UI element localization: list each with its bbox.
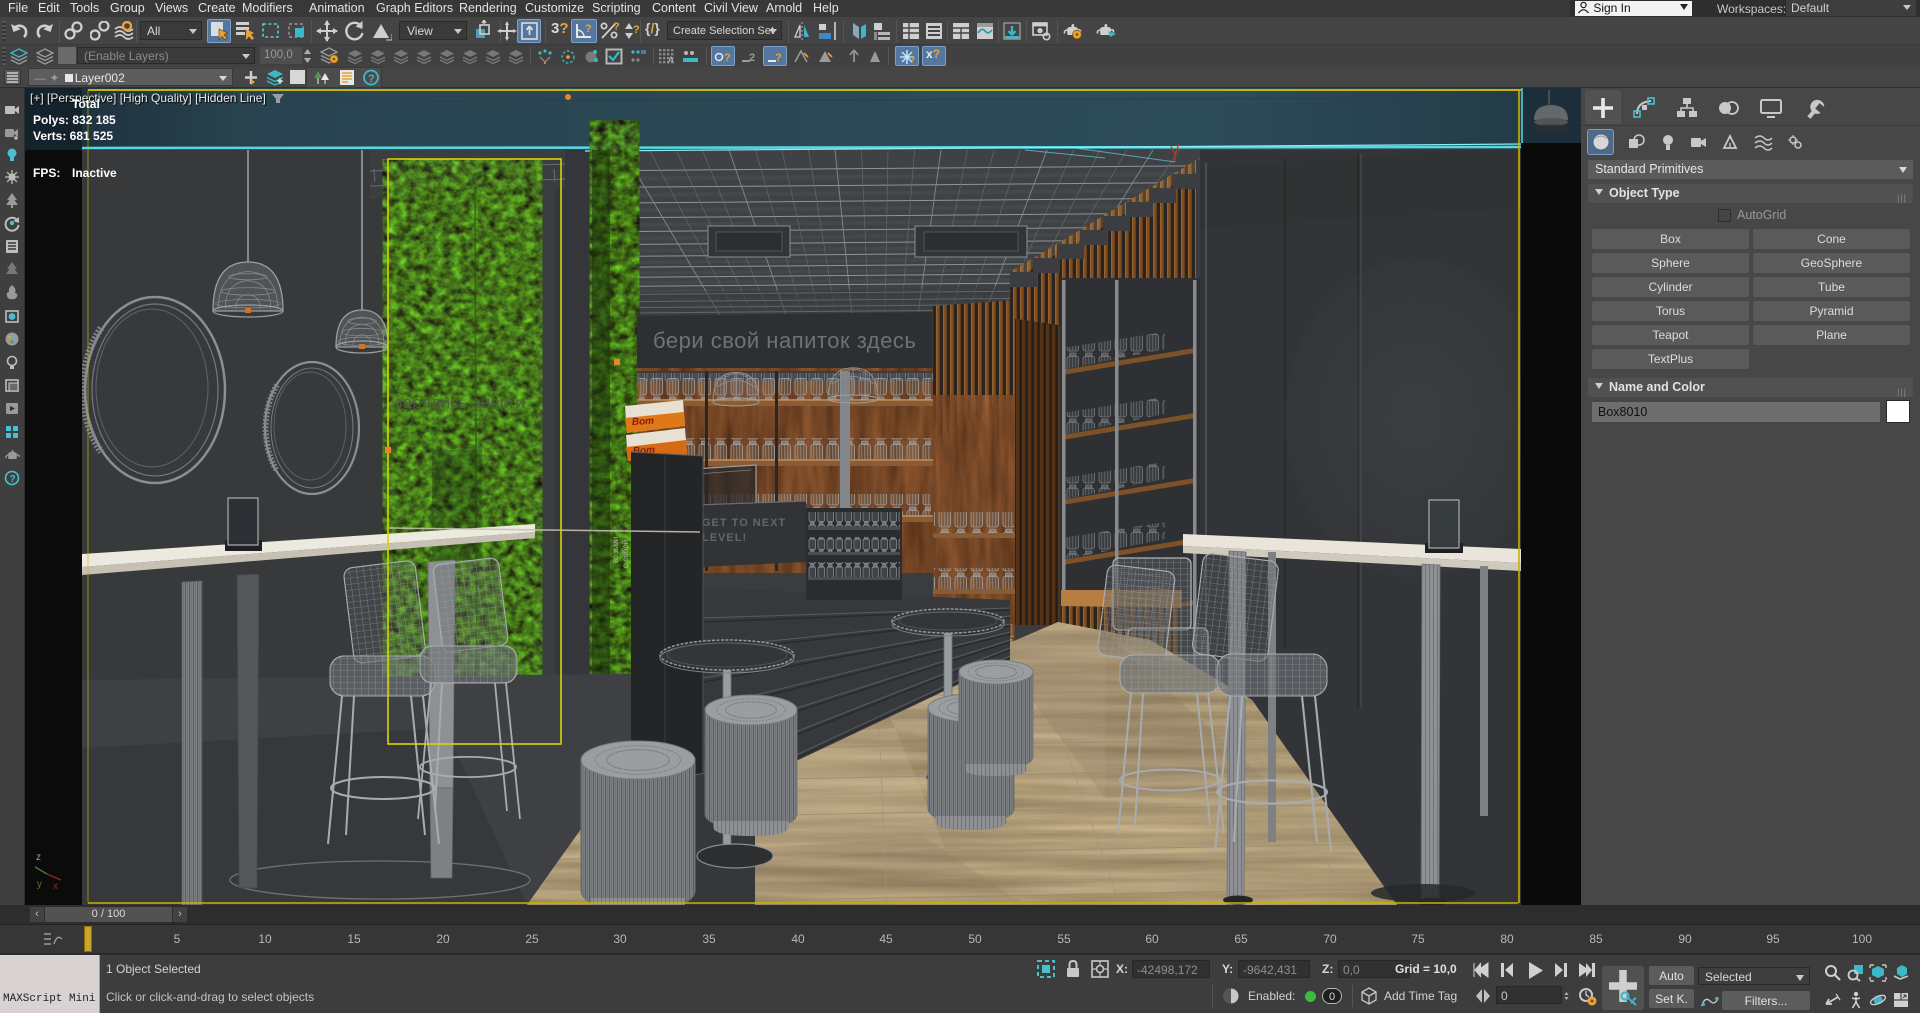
svg-text:бери свой напиток здесь: бери свой напиток здесь	[653, 328, 916, 353]
svg-text:?: ?	[633, 24, 640, 36]
svg-text:Polys: 832 185: Polys: 832 185	[33, 113, 116, 127]
svg-text:?: ?	[613, 21, 620, 33]
svg-text:?: ?	[775, 52, 782, 64]
svg-text:?: ?	[368, 73, 375, 85]
svg-text:?: ?	[724, 52, 731, 64]
svg-text:2: 2	[749, 52, 755, 64]
svg-text:?: ?	[585, 23, 592, 35]
svg-text:Total: Total	[72, 97, 100, 111]
svg-text:GET TO NEXT: GET TO NEXT	[702, 517, 786, 529]
svg-text:z: z	[36, 852, 41, 863]
svg-text:[+] [Perspective] [High Qual: [+] [Perspective] [High Quality] [Hidden…	[30, 91, 266, 105]
svg-text:зарядись энерги: зарядись энерги	[395, 393, 525, 412]
svg-text:?: ?	[10, 474, 16, 485]
svg-text:возьми: возьми	[611, 537, 620, 563]
svg-text:?: ?	[909, 55, 915, 65]
svg-text:A: A	[668, 55, 674, 65]
svg-text:FPS:: FPS:	[33, 166, 60, 180]
svg-text:с собой: с собой	[621, 540, 630, 568]
svg-text:Bom: Bom	[632, 416, 655, 428]
svg-text:Verts: 681 525: Verts: 681 525	[33, 129, 113, 143]
svg-text:LEVEL!: LEVEL!	[702, 532, 747, 544]
svg-text:Inactive: Inactive	[72, 166, 117, 180]
svg-text:y: y	[37, 879, 42, 890]
svg-text:x: x	[53, 881, 58, 892]
